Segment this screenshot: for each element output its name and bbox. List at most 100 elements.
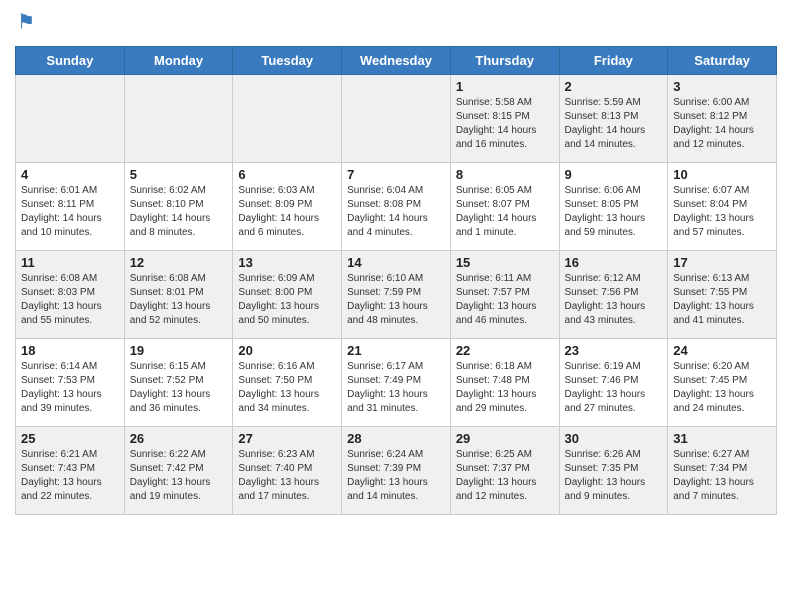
cell-date: 14 [347,255,445,270]
calendar-cell: 25Sunrise: 6:21 AM Sunset: 7:43 PM Dayli… [16,427,125,515]
cell-date: 12 [130,255,228,270]
cell-date: 6 [238,167,336,182]
calendar-cell: 18Sunrise: 6:14 AM Sunset: 7:53 PM Dayli… [16,339,125,427]
calendar-cell: 24Sunrise: 6:20 AM Sunset: 7:45 PM Dayli… [668,339,777,427]
cell-info: Sunrise: 6:01 AM Sunset: 8:11 PM Dayligh… [21,184,119,240]
logo-icon: ⚑ [15,10,43,38]
calendar-cell: 10 Sunrise: 6:07 AM Sunset: 8:04 PM Dayli… [668,163,777,251]
cell-date: 21 [347,343,445,358]
calendar-cell [16,75,125,163]
calendar-header-row: SundayMondayTuesdayWednesdayThursdayFrid… [16,47,777,75]
cell-info: Sunrise: 6:03 AM Sunset: 8:09 PM Dayligh… [238,184,336,240]
cell-info: Sunrise: 6:09 AM Sunset: 8:00 PM Dayligh… [238,272,336,328]
calendar-cell [342,75,451,163]
calendar-cell: 3 Sunrise: 6:00 AM Sunset: 8:12 PM Daylig… [668,75,777,163]
calendar-cell: 30 Sunrise: 6:26 AM Sunset: 7:35 PM Dayli… [559,427,668,515]
calendar-cell: 14Sunrise: 6:10 AM Sunset: 7:59 PM Dayli… [342,251,451,339]
cell-date: 1 [456,79,554,94]
calendar-row: 4 Sunrise: 6:01 AM Sunset: 8:11 PM Daylig… [16,163,777,251]
cell-info: Sunrise: 6:05 AM Sunset: 8:07 PM Dayligh… [456,184,554,240]
day-header-wednesday: Wednesday [342,47,451,75]
calendar-cell [124,75,233,163]
cell-date: 2 [565,79,663,94]
cell-info: Sunrise: 6:07 AM Sunset: 8:04 PM Dayligh… [673,184,771,240]
cell-info: Sunrise: 6:19 AM Sunset: 7:46 PM Dayligh… [565,360,663,416]
calendar-row: 25Sunrise: 6:21 AM Sunset: 7:43 PM Dayli… [16,427,777,515]
cell-info: Sunrise: 6:24 AM Sunset: 7:39 PM Dayligh… [347,448,445,504]
cell-info: Sunrise: 6:25 AM Sunset: 7:37 PM Dayligh… [456,448,554,504]
calendar-cell: 27 Sunrise: 6:23 AM Sunset: 7:40 PM Dayli… [233,427,342,515]
day-header-thursday: Thursday [450,47,559,75]
day-header-monday: Monday [124,47,233,75]
cell-date: 24 [673,343,771,358]
calendar-cell: 12 Sunrise: 6:08 AM Sunset: 8:01 PM Dayli… [124,251,233,339]
cell-date: 31 [673,431,771,446]
cell-info: Sunrise: 6:11 AM Sunset: 7:57 PM Dayligh… [456,272,554,328]
cell-date: 15 [456,255,554,270]
calendar-cell: 4 Sunrise: 6:01 AM Sunset: 8:11 PM Daylig… [16,163,125,251]
cell-date: 28 [347,431,445,446]
cell-date: 3 [673,79,771,94]
calendar-cell: 23Sunrise: 6:19 AM Sunset: 7:46 PM Dayli… [559,339,668,427]
cell-date: 10 [673,167,771,182]
cell-info: Sunrise: 6:15 AM Sunset: 7:52 PM Dayligh… [130,360,228,416]
cell-date: 22 [456,343,554,358]
cell-info: Sunrise: 6:22 AM Sunset: 7:42 PM Dayligh… [130,448,228,504]
cell-info: Sunrise: 6:00 AM Sunset: 8:12 PM Dayligh… [673,96,771,152]
cell-info: Sunrise: 6:12 AM Sunset: 7:56 PM Dayligh… [565,272,663,328]
calendar-cell: 29Sunrise: 6:25 AM Sunset: 7:37 PM Dayli… [450,427,559,515]
day-header-saturday: Saturday [668,47,777,75]
cell-info: Sunrise: 6:06 AM Sunset: 8:05 PM Dayligh… [565,184,663,240]
cell-info: Sunrise: 6:02 AM Sunset: 8:10 PM Dayligh… [130,184,228,240]
cell-info: Sunrise: 6:17 AM Sunset: 7:49 PM Dayligh… [347,360,445,416]
cell-info: Sunrise: 6:27 AM Sunset: 7:34 PM Dayligh… [673,448,771,504]
cell-info: Sunrise: 6:08 AM Sunset: 8:01 PM Dayligh… [130,272,228,328]
calendar-cell: 7 Sunrise: 6:04 AM Sunset: 8:08 PM Daylig… [342,163,451,251]
calendar-cell: 16 Sunrise: 6:12 AM Sunset: 7:56 PM Dayli… [559,251,668,339]
calendar-row: 18Sunrise: 6:14 AM Sunset: 7:53 PM Dayli… [16,339,777,427]
cell-info: Sunrise: 6:13 AM Sunset: 7:55 PM Dayligh… [673,272,771,328]
calendar-cell: 22Sunrise: 6:18 AM Sunset: 7:48 PM Dayli… [450,339,559,427]
calendar-cell: 9 Sunrise: 6:06 AM Sunset: 8:05 PM Daylig… [559,163,668,251]
svg-text:⚑: ⚑ [17,11,35,34]
cell-info: Sunrise: 6:04 AM Sunset: 8:08 PM Dayligh… [347,184,445,240]
cell-date: 11 [21,255,119,270]
header: ⚑ [15,10,777,38]
cell-date: 7 [347,167,445,182]
calendar-cell: 26 Sunrise: 6:22 AM Sunset: 7:42 PM Dayli… [124,427,233,515]
calendar-cell: 28 Sunrise: 6:24 AM Sunset: 7:39 PM Dayli… [342,427,451,515]
calendar-cell: 17 Sunrise: 6:13 AM Sunset: 7:55 PM Dayli… [668,251,777,339]
calendar-cell: 11 Sunrise: 6:08 AM Sunset: 8:03 PM Dayli… [16,251,125,339]
cell-date: 20 [238,343,336,358]
cell-date: 27 [238,431,336,446]
calendar-body: 1 Sunrise: 5:58 AM Sunset: 8:15 PM Daylig… [16,75,777,515]
cell-date: 19 [130,343,228,358]
calendar-row: 1 Sunrise: 5:58 AM Sunset: 8:15 PM Daylig… [16,75,777,163]
cell-info: Sunrise: 6:08 AM Sunset: 8:03 PM Dayligh… [21,272,119,328]
day-header-friday: Friday [559,47,668,75]
calendar-row: 11 Sunrise: 6:08 AM Sunset: 8:03 PM Dayli… [16,251,777,339]
calendar-table: SundayMondayTuesdayWednesdayThursdayFrid… [15,46,777,515]
cell-date: 25 [21,431,119,446]
cell-date: 16 [565,255,663,270]
cell-info: Sunrise: 6:23 AM Sunset: 7:40 PM Dayligh… [238,448,336,504]
calendar-cell: 13 Sunrise: 6:09 AM Sunset: 8:00 PM Dayli… [233,251,342,339]
cell-info: Sunrise: 6:26 AM Sunset: 7:35 PM Dayligh… [565,448,663,504]
cell-info: Sunrise: 6:14 AM Sunset: 7:53 PM Dayligh… [21,360,119,416]
calendar-cell: 19 Sunrise: 6:15 AM Sunset: 7:52 PM Dayli… [124,339,233,427]
cell-date: 8 [456,167,554,182]
cell-date: 13 [238,255,336,270]
calendar-cell: 15 Sunrise: 6:11 AM Sunset: 7:57 PM Dayli… [450,251,559,339]
cell-date: 17 [673,255,771,270]
cell-date: 26 [130,431,228,446]
day-header-tuesday: Tuesday [233,47,342,75]
calendar-cell: 8 Sunrise: 6:05 AM Sunset: 8:07 PM Daylig… [450,163,559,251]
calendar-cell: 31 Sunrise: 6:27 AM Sunset: 7:34 PM Dayli… [668,427,777,515]
calendar-cell: 1 Sunrise: 5:58 AM Sunset: 8:15 PM Daylig… [450,75,559,163]
cell-info: Sunrise: 5:58 AM Sunset: 8:15 PM Dayligh… [456,96,554,152]
cell-date: 30 [565,431,663,446]
calendar-cell [233,75,342,163]
cell-date: 9 [565,167,663,182]
calendar-cell: 20Sunrise: 6:16 AM Sunset: 7:50 PM Dayli… [233,339,342,427]
cell-date: 4 [21,167,119,182]
